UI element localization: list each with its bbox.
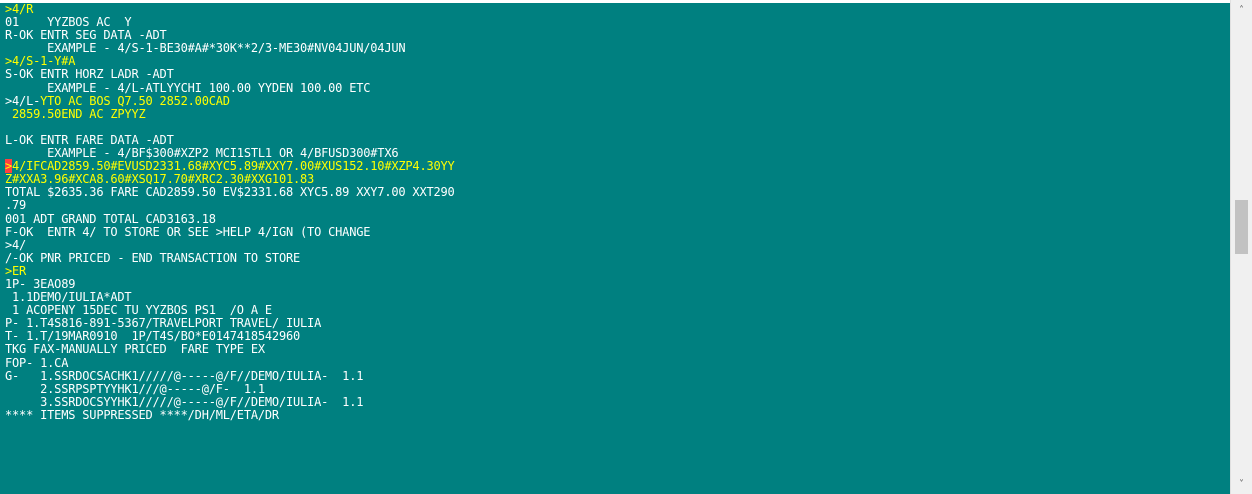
terminal-line: >4/R xyxy=(5,3,1230,16)
terminal-line: EXAMPLE - 4/S-1-BE30#A#*30K**2/3-ME30#NV… xyxy=(5,42,1230,55)
terminal-text: EXAMPLE - 4/S-1-BE30#A#*30K**2/3-ME30#NV… xyxy=(5,41,406,56)
terminal-line: F-OK ENTR 4/ TO STORE OR SEE >HELP 4/IGN… xyxy=(5,224,1230,239)
terminal-text: FOP- 1.CA xyxy=(5,355,69,370)
terminal-text: 4/IFCAD2859.50#EVUSD2331.68#XYC5.89#XXY7… xyxy=(12,159,455,174)
terminal-text: F-OK ENTR 4/ TO STORE OR SEE >HELP 4/IGN… xyxy=(5,224,371,239)
vertical-scrollbar[interactable]: ˄ ˅ xyxy=(1230,0,1252,494)
terminal-text: >4/L- xyxy=(5,93,41,108)
terminal-text: 3.SSRDOCSYYHK1/////@-----@/F//DEMO/IULIA… xyxy=(5,394,364,409)
terminal-text: >4/R xyxy=(5,3,34,16)
terminal-line: >ER xyxy=(5,263,1230,278)
terminal-text: TOTAL $2635.36 FARE CAD2859.50 EV$2331.6… xyxy=(5,185,455,200)
scroll-up-icon[interactable]: ˄ xyxy=(1231,2,1252,18)
terminal-text: P- 1.T4S816-891-5367/TRAVELPORT TRAVEL/ … xyxy=(5,316,322,331)
terminal-text: G- 1.SSRDOCSACHK1/////@-----@/F//DEMO/IU… xyxy=(5,368,364,383)
terminal-window: >4/R 01 YYZBOS AC Y R-OK ENTR SEG DATA -AD… xyxy=(0,0,1252,494)
terminal-text: TKG FAX-MANUALLY PRICED FARE TYPE EX xyxy=(5,342,265,357)
terminal-text: EXAMPLE - 4/BF$300#XZP2 MCI1STL1 OR 4/BF… xyxy=(5,146,399,161)
terminal-text: 01 YYZBOS AC Y xyxy=(5,15,132,30)
terminal-line: 2859.50END AC ZPYYZ xyxy=(5,106,1230,121)
terminal-line: TKG FAX-MANUALLY PRICED FARE TYPE EX xyxy=(5,343,1230,356)
scroll-down-icon[interactable]: ˅ xyxy=(1231,476,1252,492)
terminal-text: T- 1.T/19MAR0910 1P/T4S/BO*E014741854296… xyxy=(5,329,301,344)
terminal-line: >4/S-1-Y#A xyxy=(5,55,1230,68)
terminal-text: EXAMPLE - 4/L-ATLYYCHI 100.00 YYDEN 100.… xyxy=(5,80,371,95)
terminal-text: YTO AC BOS Q7.50 2852.00CAD xyxy=(40,93,230,108)
scrollbar-thumb[interactable] xyxy=(1235,200,1248,254)
terminal-text: 1 ACOPENY 15DEC TU YYZBOS PS1 /O A E xyxy=(5,303,272,318)
cursor-prompt: > xyxy=(5,159,13,174)
terminal-line: >4/L-YTO AC BOS Q7.50 2852.00CAD xyxy=(5,93,1230,108)
terminal-screen[interactable]: >4/R 01 YYZBOS AC Y R-OK ENTR SEG DATA -AD… xyxy=(0,3,1230,494)
terminal-line: 01 YYZBOS AC Y xyxy=(5,16,1230,29)
terminal-text: 1.1DEMO/IULIA*ADT xyxy=(5,290,132,305)
terminal-text: 2.SSRPSPTYYHK1///@-----@/F- 1.1 xyxy=(5,381,265,396)
terminal-text: >ER xyxy=(5,263,27,278)
terminal-text: 2859.50END AC ZPYYZ xyxy=(5,106,146,121)
terminal-line: TOTAL $2635.36 FARE CAD2859.50 EV$2331.6… xyxy=(5,186,1230,199)
terminal-text: S-OK ENTR HORZ LADR -ADT xyxy=(5,67,174,82)
terminal-text: >4/S-1-Y#A xyxy=(5,54,76,69)
terminal-text: 1P- 3EAO89 xyxy=(5,276,76,291)
terminal-line: 1P- 3EAO89 xyxy=(5,276,1230,291)
terminal-text: .79 xyxy=(5,198,27,213)
terminal-text: R-OK ENTR SEG DATA -ADT xyxy=(5,28,167,43)
terminal-text: L-OK ENTR FARE DATA -ADT xyxy=(5,132,174,147)
terminal-text: Z#XXA3.96#XCA8.60#XSQ17.70#XRC2.30#XXG10… xyxy=(5,172,315,187)
terminal-text: /-OK PNR PRICED - END TRANSACTION TO STO… xyxy=(5,250,301,265)
terminal-text: **** ITEMS SUPPRESSED ****/DH/ML/ETA/DR xyxy=(5,407,279,422)
terminal-text: >4/ xyxy=(5,237,27,252)
terminal-line: **** ITEMS SUPPRESSED ****/DH/ML/ETA/DR xyxy=(5,407,1230,422)
terminal-line: /-OK PNR PRICED - END TRANSACTION TO STO… xyxy=(5,250,1230,265)
terminal-text: 001 ADT GRAND TOTAL CAD3163.18 xyxy=(5,211,216,226)
